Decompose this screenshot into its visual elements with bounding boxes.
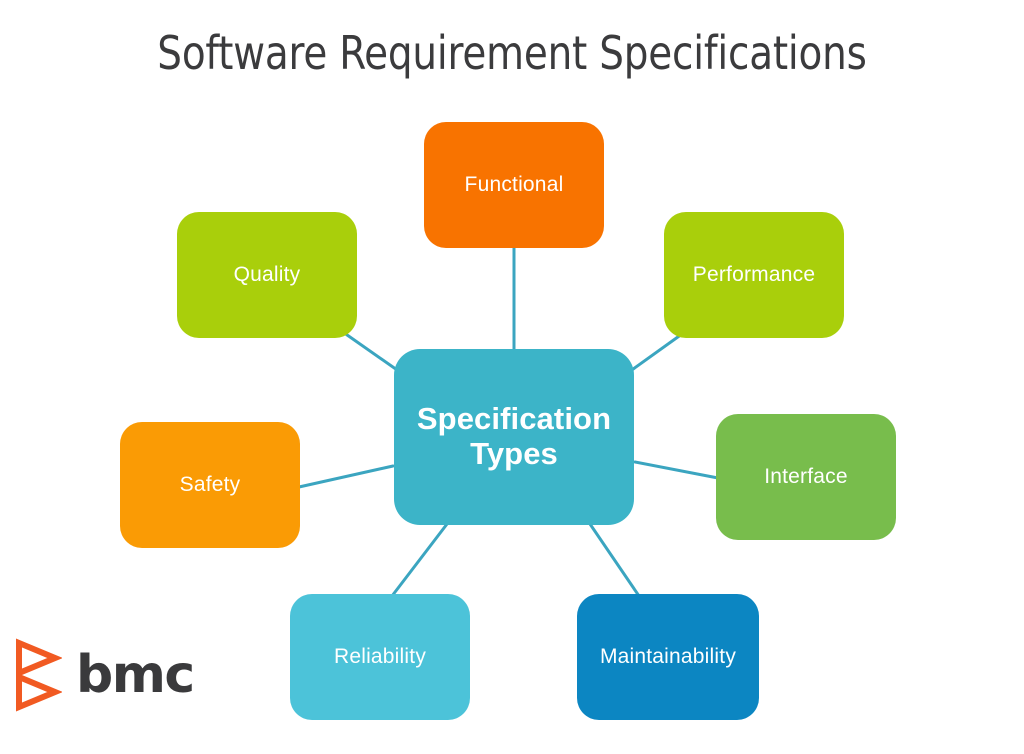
bmc-chevron-mark-icon xyxy=(16,638,62,712)
node-performance[interactable]: Performance xyxy=(664,212,844,338)
node-center-label: Specification Types xyxy=(409,401,619,471)
connector-interface xyxy=(633,460,720,480)
node-interface-label: Interface xyxy=(764,465,848,489)
node-interface[interactable]: Interface xyxy=(716,414,896,540)
connector-safety xyxy=(297,464,395,489)
node-quality[interactable]: Quality xyxy=(177,212,357,338)
connector-maintainability xyxy=(588,522,641,598)
node-maintainability-label: Maintainability xyxy=(599,645,737,669)
bmc-wordmark: bmc xyxy=(76,645,195,705)
node-safety[interactable]: Safety xyxy=(120,422,300,548)
node-center-label-line2: Types xyxy=(470,436,558,471)
bmc-logo: bmc xyxy=(14,634,199,716)
node-specification-types[interactable]: Specification Types xyxy=(394,349,634,525)
connector-performance xyxy=(627,332,684,374)
node-quality-label: Quality xyxy=(233,263,301,287)
node-reliability-label: Reliability xyxy=(333,645,427,669)
node-functional-label: Functional xyxy=(464,173,564,197)
node-safety-label: Safety xyxy=(179,473,241,497)
diagram-canvas: Software Requirement Specifications Spec… xyxy=(0,0,1024,754)
node-center-label-line1: Specification xyxy=(416,401,612,437)
node-functional[interactable]: Functional xyxy=(424,122,604,248)
connector-reliability xyxy=(390,522,449,598)
page-title: Software Requirement Specifications xyxy=(157,26,867,80)
node-maintainability[interactable]: Maintainability xyxy=(577,594,759,720)
node-performance-label: Performance xyxy=(692,263,816,287)
connector-quality xyxy=(338,328,402,374)
node-reliability[interactable]: Reliability xyxy=(290,594,470,720)
